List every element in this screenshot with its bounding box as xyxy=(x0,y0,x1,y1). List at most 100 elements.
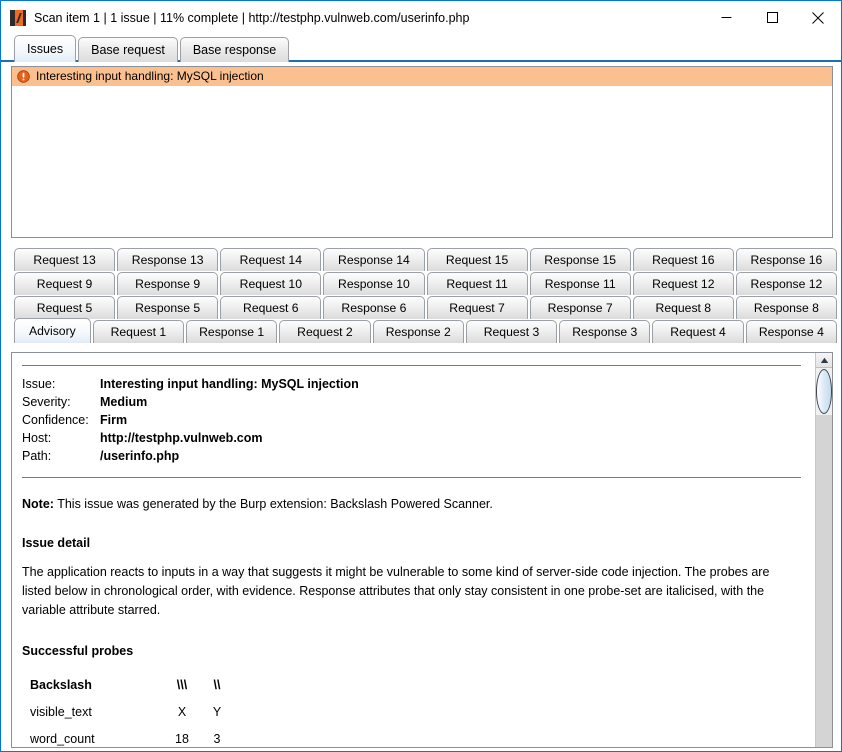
tab-label: Advisory xyxy=(29,324,76,338)
tab-label: Response 15 xyxy=(544,253,617,267)
tab-response-7[interactable]: Response 7 xyxy=(529,296,631,319)
list-item[interactable]: Interesting input handling: MySQL inject… xyxy=(12,67,832,86)
tab-request-2[interactable]: Request 2 xyxy=(279,320,371,343)
tab-response-5[interactable]: Response 5 xyxy=(117,296,219,319)
tab-request-12[interactable]: Request 12 xyxy=(632,272,734,295)
table-row: Severity: Medium xyxy=(22,395,359,413)
issue-detail-heading: Issue detail xyxy=(22,536,91,550)
tab-label: Request 8 xyxy=(655,301,712,315)
meta-value: /userinfo.php xyxy=(100,449,180,463)
tab-label: Response 5 xyxy=(135,301,201,315)
issue-detail-text: The application reacts to inputs in a wa… xyxy=(22,565,770,617)
tab-request-13[interactable]: Request 13 xyxy=(14,248,116,271)
window-title: Scan item 1 | 1 issue | 11% complete | h… xyxy=(34,10,470,25)
tab-request-10[interactable]: Request 10 xyxy=(220,272,322,295)
issues-list-panel[interactable]: Interesting input handling: MySQL inject… xyxy=(11,66,833,238)
tab-response-11[interactable]: Response 11 xyxy=(529,272,631,295)
probe-row-name: word_count xyxy=(30,732,95,746)
note-text: This issue was generated by the Burp ext… xyxy=(53,497,493,511)
tab-response-13[interactable]: Response 13 xyxy=(117,248,219,271)
tab-response-1[interactable]: Response 1 xyxy=(186,320,278,343)
probe-header-col1: \\\ xyxy=(176,678,188,692)
tab-row-2: Request 5 Response 5 Request 6 Response … xyxy=(14,294,837,319)
divider-mid xyxy=(22,477,801,478)
tab-base-response[interactable]: Base response xyxy=(179,37,290,62)
tab-label: Request 12 xyxy=(652,277,715,291)
tab-request-8[interactable]: Request 8 xyxy=(632,296,734,319)
title-bar: Scan item 1 | 1 issue | 11% complete | h… xyxy=(1,1,841,34)
tab-label: Request 10 xyxy=(239,277,302,291)
tab-request-7[interactable]: Request 7 xyxy=(426,296,528,319)
meta-key: Confidence: xyxy=(22,413,89,427)
tab-label: Request 14 xyxy=(239,253,302,267)
tab-response-8[interactable]: Response 8 xyxy=(735,296,837,319)
tab-response-3[interactable]: Response 3 xyxy=(559,320,651,343)
tab-advisory[interactable]: Advisory xyxy=(14,318,91,343)
tab-request-1[interactable]: Request 1 xyxy=(92,320,185,343)
tab-label: Request 1 xyxy=(110,325,167,339)
meta-value: Firm xyxy=(100,413,128,427)
tab-response-2[interactable]: Response 2 xyxy=(372,320,464,343)
advisory-content: Issue: Interesting input handling: MySQL… xyxy=(12,353,815,747)
tab-response-9[interactable]: Response 9 xyxy=(117,272,219,295)
tab-label: Request 15 xyxy=(445,253,509,267)
tab-request-15[interactable]: Request 15 xyxy=(426,248,528,271)
tab-request-6[interactable]: Request 6 xyxy=(220,296,322,319)
scroll-up-button[interactable] xyxy=(816,353,832,368)
table-row: Backslash \\\ \\ xyxy=(22,672,232,699)
maximize-button[interactable] xyxy=(749,1,795,34)
meta-key: Host: xyxy=(22,431,52,445)
tab-response-14[interactable]: Response 14 xyxy=(323,248,425,271)
probe-header-name: Backslash xyxy=(30,678,92,692)
meta-key: Severity: xyxy=(22,395,71,409)
tab-response-6[interactable]: Response 6 xyxy=(323,296,425,319)
tab-label: Response 3 xyxy=(572,325,638,339)
tab-response-12[interactable]: Response 12 xyxy=(735,272,837,295)
probe-row-name: visible_text xyxy=(30,705,92,719)
meta-key: Issue: xyxy=(22,377,56,391)
warning-exclamation-icon xyxy=(17,69,30,83)
probe-header-col2: \\ xyxy=(213,678,221,692)
request-response-tab-grid: Request 13 Response 13 Request 14 Respon… xyxy=(1,246,841,343)
minimize-button[interactable] xyxy=(703,1,749,34)
tab-row-3: Request 9 Response 9 Request 10 Response… xyxy=(14,270,837,295)
meta-value: Interesting input handling: MySQL inject… xyxy=(100,377,359,391)
tab-label: Request 2 xyxy=(297,325,353,339)
tab-label: Response 8 xyxy=(753,301,819,315)
divider-top xyxy=(22,365,801,366)
tab-response-4[interactable]: Response 4 xyxy=(745,320,837,343)
tab-label: Response 14 xyxy=(338,253,410,267)
tab-label: Response 2 xyxy=(385,325,451,339)
tab-response-15[interactable]: Response 15 xyxy=(529,248,631,271)
tab-label: Request 13 xyxy=(33,253,96,267)
tab-request-16[interactable]: Request 16 xyxy=(632,248,734,271)
probe-row-col1: 18 xyxy=(175,732,189,746)
table-row: Confidence: Firm xyxy=(22,413,359,431)
tab-response-16[interactable]: Response 16 xyxy=(735,248,837,271)
tab-base-request[interactable]: Base request xyxy=(78,37,178,62)
tab-row-4: Request 13 Response 13 Request 14 Respon… xyxy=(14,246,837,271)
tab-label: Response 10 xyxy=(338,277,410,291)
advisory-vertical-scrollbar[interactable] xyxy=(815,353,832,747)
scrollbar-track[interactable] xyxy=(816,415,832,747)
top-tab-strip: Issues Base request Base response xyxy=(1,34,841,62)
scroll-up-arrow-icon xyxy=(820,357,828,363)
tab-response-10[interactable]: Response 10 xyxy=(323,272,425,295)
table-row: Issue: Interesting input handling: MySQL… xyxy=(22,377,359,395)
tab-base-request-label: Base request xyxy=(91,43,165,57)
window-controls xyxy=(703,1,841,34)
list-item-label: Interesting input handling: MySQL inject… xyxy=(36,69,264,83)
tab-label: Response 6 xyxy=(341,301,407,315)
tab-label: Response 9 xyxy=(135,277,201,291)
tab-issues[interactable]: Issues xyxy=(14,35,77,62)
tab-request-9[interactable]: Request 9 xyxy=(14,272,116,295)
tab-request-14[interactable]: Request 14 xyxy=(220,248,322,271)
close-button[interactable] xyxy=(795,1,841,34)
tab-request-4[interactable]: Request 4 xyxy=(652,320,744,343)
tab-request-5[interactable]: Request 5 xyxy=(14,296,116,319)
tab-request-11[interactable]: Request 11 xyxy=(426,272,528,295)
tab-label: Request 6 xyxy=(243,301,299,315)
tab-request-3[interactable]: Request 3 xyxy=(465,320,558,343)
tab-label: Response 11 xyxy=(544,277,616,291)
scrollbar-thumb[interactable] xyxy=(816,369,832,414)
